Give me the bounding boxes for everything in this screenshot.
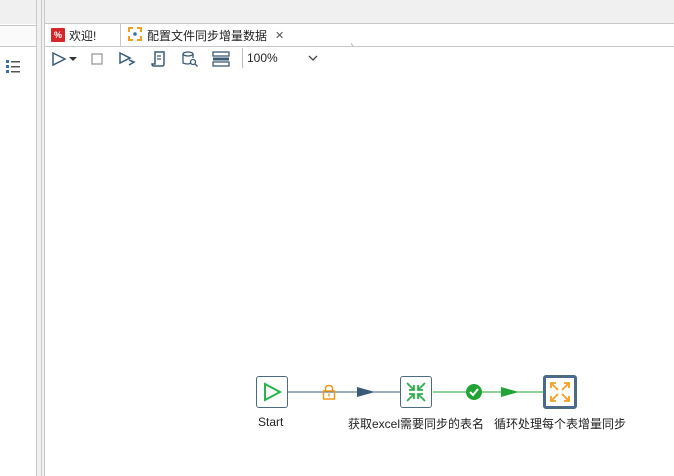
- tab-job-label: 配置文件同步增量数据: [147, 28, 268, 43]
- start-node[interactable]: [256, 376, 288, 408]
- tab-welcome[interactable]: % 欢迎!: [45, 24, 121, 46]
- dropdown-arrow-icon: [69, 57, 77, 61]
- start-play-icon: [264, 382, 283, 402]
- get-tables-node[interactable]: [400, 376, 432, 408]
- job-editor: % 欢迎! 配置文件同步增量数据 ✕ 100% Start 获取excel需要同…: [44, 0, 674, 476]
- stop-button[interactable]: [86, 49, 108, 69]
- chevron-down-icon: [308, 55, 318, 61]
- welcome-icon: %: [51, 28, 65, 42]
- tab-job[interactable]: 配置文件同步增量数据 ✕: [121, 24, 351, 46]
- job-toolbar: 100%: [45, 46, 674, 72]
- debug-run-button[interactable]: [116, 49, 138, 69]
- left-panel-tab[interactable]: [0, 25, 36, 47]
- editor-top-strip: [45, 0, 674, 23]
- stop-icon: [91, 53, 103, 65]
- list-view-icon[interactable]: [4, 57, 24, 77]
- get-tables-node-label: 获取excel需要同步的表名: [348, 417, 485, 431]
- run-icon: [52, 51, 67, 67]
- layout-icon: [212, 51, 230, 67]
- script-button[interactable]: [148, 49, 170, 69]
- link-arrow-1: [357, 387, 375, 397]
- tab-welcome-label: 欢迎!: [69, 28, 97, 43]
- loop-sync-node-label: 循环处理每个表增量同步: [494, 417, 627, 431]
- layout-button[interactable]: [210, 49, 232, 69]
- design-canvas[interactable]: Start 获取excel需要同步的表名 循环处理每个表增量同步: [45, 71, 674, 476]
- lock-icon: [322, 384, 336, 400]
- start-node-label: Start: [258, 415, 284, 429]
- close-icon[interactable]: ✕: [275, 29, 284, 42]
- db-search-icon: [182, 51, 198, 67]
- left-panel: [0, 0, 37, 476]
- collapse-arrows-icon: [406, 382, 426, 402]
- debug-run-icon: [119, 51, 136, 66]
- left-panel-top: [0, 0, 36, 24]
- expand-arrows-icon: [550, 382, 570, 402]
- job-icon: [127, 26, 143, 45]
- run-button[interactable]: [48, 49, 70, 69]
- sash-divider: [41, 0, 42, 476]
- editor-tabbar: % 欢迎! 配置文件同步增量数据 ✕: [45, 23, 674, 46]
- link-arrow-2: [501, 387, 519, 397]
- run-dropdown-button[interactable]: [68, 49, 78, 69]
- panel-sash[interactable]: [37, 0, 43, 476]
- ok-check-icon: [465, 383, 483, 401]
- zoom-value: 100%: [247, 51, 278, 65]
- db-search-button[interactable]: [179, 49, 201, 69]
- script-icon: [151, 51, 165, 67]
- loop-sync-node[interactable]: [543, 375, 577, 409]
- zoom-select[interactable]: 100%: [242, 48, 322, 68]
